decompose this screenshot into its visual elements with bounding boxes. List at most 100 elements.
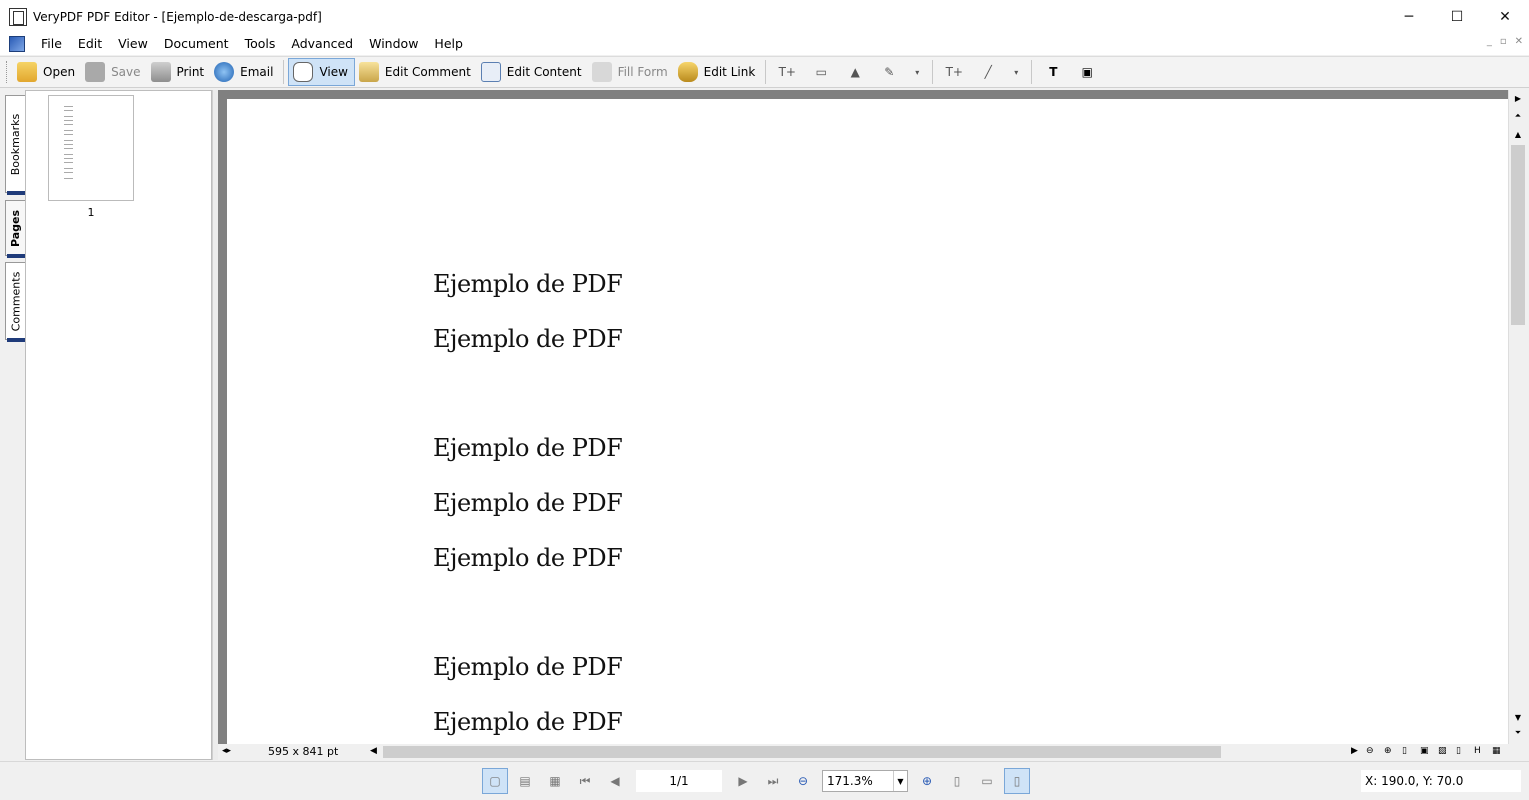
menu-advanced[interactable]: Advanced xyxy=(283,33,361,55)
horizontal-scrollbar[interactable]: ◂▸ 595 x 841 pt ◀ ▶ ⊖ ⊕ ▯ ▣ ▧ ▯ H ▦ xyxy=(218,744,1508,760)
line-icon[interactable]: ╱ xyxy=(977,61,999,83)
grid-view-small-icon[interactable]: ▦ xyxy=(1492,746,1501,756)
view-button[interactable]: View xyxy=(288,58,355,86)
window-title: VeryPDF PDF Editor - [Ejemplo-de-descarg… xyxy=(33,9,322,24)
tab-comments[interactable]: Comments xyxy=(5,262,25,342)
menu-view[interactable]: View xyxy=(110,33,156,55)
last-page-arrow-icon[interactable]: ⏷ xyxy=(1510,726,1526,740)
menu-document[interactable]: Document xyxy=(156,33,237,55)
page-size-label: 595 x 841 pt xyxy=(268,745,339,758)
edit-link-button[interactable]: Edit Link xyxy=(674,58,762,86)
toolbar-separator xyxy=(932,60,934,84)
pdf-page[interactable]: Ejemplo de PDF Ejemplo de PDF Ejemplo de… xyxy=(227,99,1508,744)
toolbar-separator xyxy=(283,60,285,84)
menu-window[interactable]: Window xyxy=(361,33,426,55)
last-page-button[interactable]: ⏭ xyxy=(760,768,786,794)
document-viewer[interactable]: Ejemplo de PDF Ejemplo de PDF Ejemplo de… xyxy=(218,90,1508,744)
note-comment-icon[interactable]: ▭ xyxy=(810,61,832,83)
doc-minimize-button[interactable]: _ xyxy=(1487,36,1492,47)
menu-tools[interactable]: Tools xyxy=(237,33,284,55)
scroll-right-arrow-icon[interactable]: ▶ xyxy=(1351,746,1358,756)
zoom-out-button[interactable]: ⊖ xyxy=(790,768,816,794)
folder-icon xyxy=(17,62,37,82)
horizontal-scroll-thumb[interactable] xyxy=(383,746,1221,758)
doc-close-button[interactable]: ✕ xyxy=(1515,36,1523,47)
page-number-input[interactable]: 1/1 xyxy=(636,770,722,792)
scroll-left-arrow-icon[interactable]: ◀ xyxy=(370,746,377,756)
stamp-icon[interactable]: ▲ xyxy=(844,61,866,83)
hand-icon xyxy=(293,62,314,82)
toolbar-separator xyxy=(1031,60,1033,84)
doc-restore-button[interactable]: ▫ xyxy=(1500,36,1507,47)
facing-small-icon[interactable]: ▧ xyxy=(1438,746,1447,756)
next-page-arrow-icon[interactable]: ▶ xyxy=(1510,91,1526,105)
next-page-button[interactable]: ▶ xyxy=(730,768,756,794)
pencil-form-icon xyxy=(591,62,612,82)
toolbar-separator xyxy=(765,60,767,84)
previous-page-button[interactable]: ◀ xyxy=(602,768,628,794)
first-page-arrow-icon[interactable]: ⏶ xyxy=(1510,109,1526,123)
pencil-icon[interactable]: ✎ xyxy=(878,61,900,83)
zoom-out-small-icon[interactable]: ⊖ xyxy=(1366,746,1374,756)
menu-file[interactable]: File xyxy=(33,33,70,55)
close-button[interactable]: ✕ xyxy=(1481,0,1529,33)
app-icon xyxy=(9,7,27,26)
document-text-line: Ejemplo de PDF xyxy=(433,653,623,681)
menu-help[interactable]: Help xyxy=(426,33,471,55)
zoom-in-button[interactable]: ⊕ xyxy=(914,768,940,794)
save-button[interactable]: Save xyxy=(81,58,146,86)
comment-edit-icon xyxy=(358,62,379,82)
text-select-icon[interactable]: T xyxy=(1042,61,1064,83)
zoom-in-small-icon[interactable]: ⊕ xyxy=(1384,746,1392,756)
tab-pages[interactable]: Pages xyxy=(5,200,25,258)
text-box-icon[interactable]: T+ xyxy=(776,61,798,83)
fill-form-button[interactable]: Fill Form xyxy=(588,58,674,86)
actual-size-button[interactable]: ▯ xyxy=(944,768,970,794)
zoom-value: 171.3% xyxy=(827,774,873,788)
minimize-button[interactable]: ─ xyxy=(1385,0,1433,33)
document-text-line: Ejemplo de PDF xyxy=(433,489,623,517)
email-button[interactable]: Email xyxy=(210,58,279,86)
toolbar-grip[interactable] xyxy=(6,61,9,83)
insert-text-icon[interactable]: T+ xyxy=(943,61,965,83)
snapshot-icon[interactable]: ▣ xyxy=(1076,61,1098,83)
first-page-button[interactable]: ⏮ xyxy=(572,768,598,794)
title-bar: VeryPDF PDF Editor - [Ejemplo-de-descarg… xyxy=(0,0,1529,33)
status-bar: ▢ ▤ ▦ ⏮ ◀ 1/1 ▶ ⏭ ⊖ 171.3% ▼ ⊕ ▯ ▭ ▯ X: … xyxy=(0,761,1529,800)
tab-bookmarks[interactable]: Bookmarks xyxy=(5,95,25,195)
print-button[interactable]: Print xyxy=(147,58,211,86)
page-thumbnail[interactable] xyxy=(48,95,134,201)
menu-edit[interactable]: Edit xyxy=(70,33,110,55)
document-icon[interactable] xyxy=(9,36,25,52)
floppy-icon xyxy=(85,62,106,82)
single-page-view-button[interactable]: ▢ xyxy=(482,768,508,794)
fit-page-small-icon[interactable]: ▯ xyxy=(1456,746,1461,756)
fit-page-button[interactable]: ▯ xyxy=(1004,768,1030,794)
cursor-select-icon xyxy=(480,62,501,82)
document-text-line: Ejemplo de PDF xyxy=(433,434,623,462)
chevron-down-icon[interactable]: ▼ xyxy=(893,771,907,791)
zoom-select[interactable]: 171.3% ▼ xyxy=(822,770,908,792)
fit-width-button[interactable]: ▭ xyxy=(974,768,1000,794)
chain-link-icon xyxy=(677,62,698,82)
edit-comment-button[interactable]: Edit Comment xyxy=(355,58,477,86)
facing-view-button[interactable]: ▦ xyxy=(542,768,568,794)
edit-content-button[interactable]: Edit Content xyxy=(477,58,588,86)
open-button[interactable]: Open xyxy=(13,58,81,86)
vertical-scroll-thumb[interactable] xyxy=(1511,145,1525,325)
side-tabs: Bookmarks Pages Comments xyxy=(5,90,25,760)
single-page-small-icon[interactable]: ▯ xyxy=(1402,746,1407,756)
fit-width-icon[interactable]: ◂▸ xyxy=(222,746,231,756)
document-text-line: Ejemplo de PDF xyxy=(433,544,623,572)
chevron-down-icon[interactable]: ▾ xyxy=(912,61,922,83)
cursor-coordinates: X: 190.0, Y: 70.0 xyxy=(1361,770,1521,792)
scroll-down-arrow-icon[interactable]: ▼ xyxy=(1510,710,1526,724)
fit-height-small-icon[interactable]: H xyxy=(1474,746,1481,756)
continuous-small-icon[interactable]: ▣ xyxy=(1420,746,1429,756)
maximize-button[interactable]: ☐ xyxy=(1433,0,1481,33)
continuous-view-button[interactable]: ▤ xyxy=(512,768,538,794)
vertical-scrollbar[interactable]: ▶ ⏶ ▲ ▼ ⏷ xyxy=(1508,90,1526,744)
thumbnail-page-number: 1 xyxy=(87,206,95,219)
chevron-down-icon[interactable]: ▾ xyxy=(1011,61,1021,83)
scroll-up-arrow-icon[interactable]: ▲ xyxy=(1510,127,1526,141)
